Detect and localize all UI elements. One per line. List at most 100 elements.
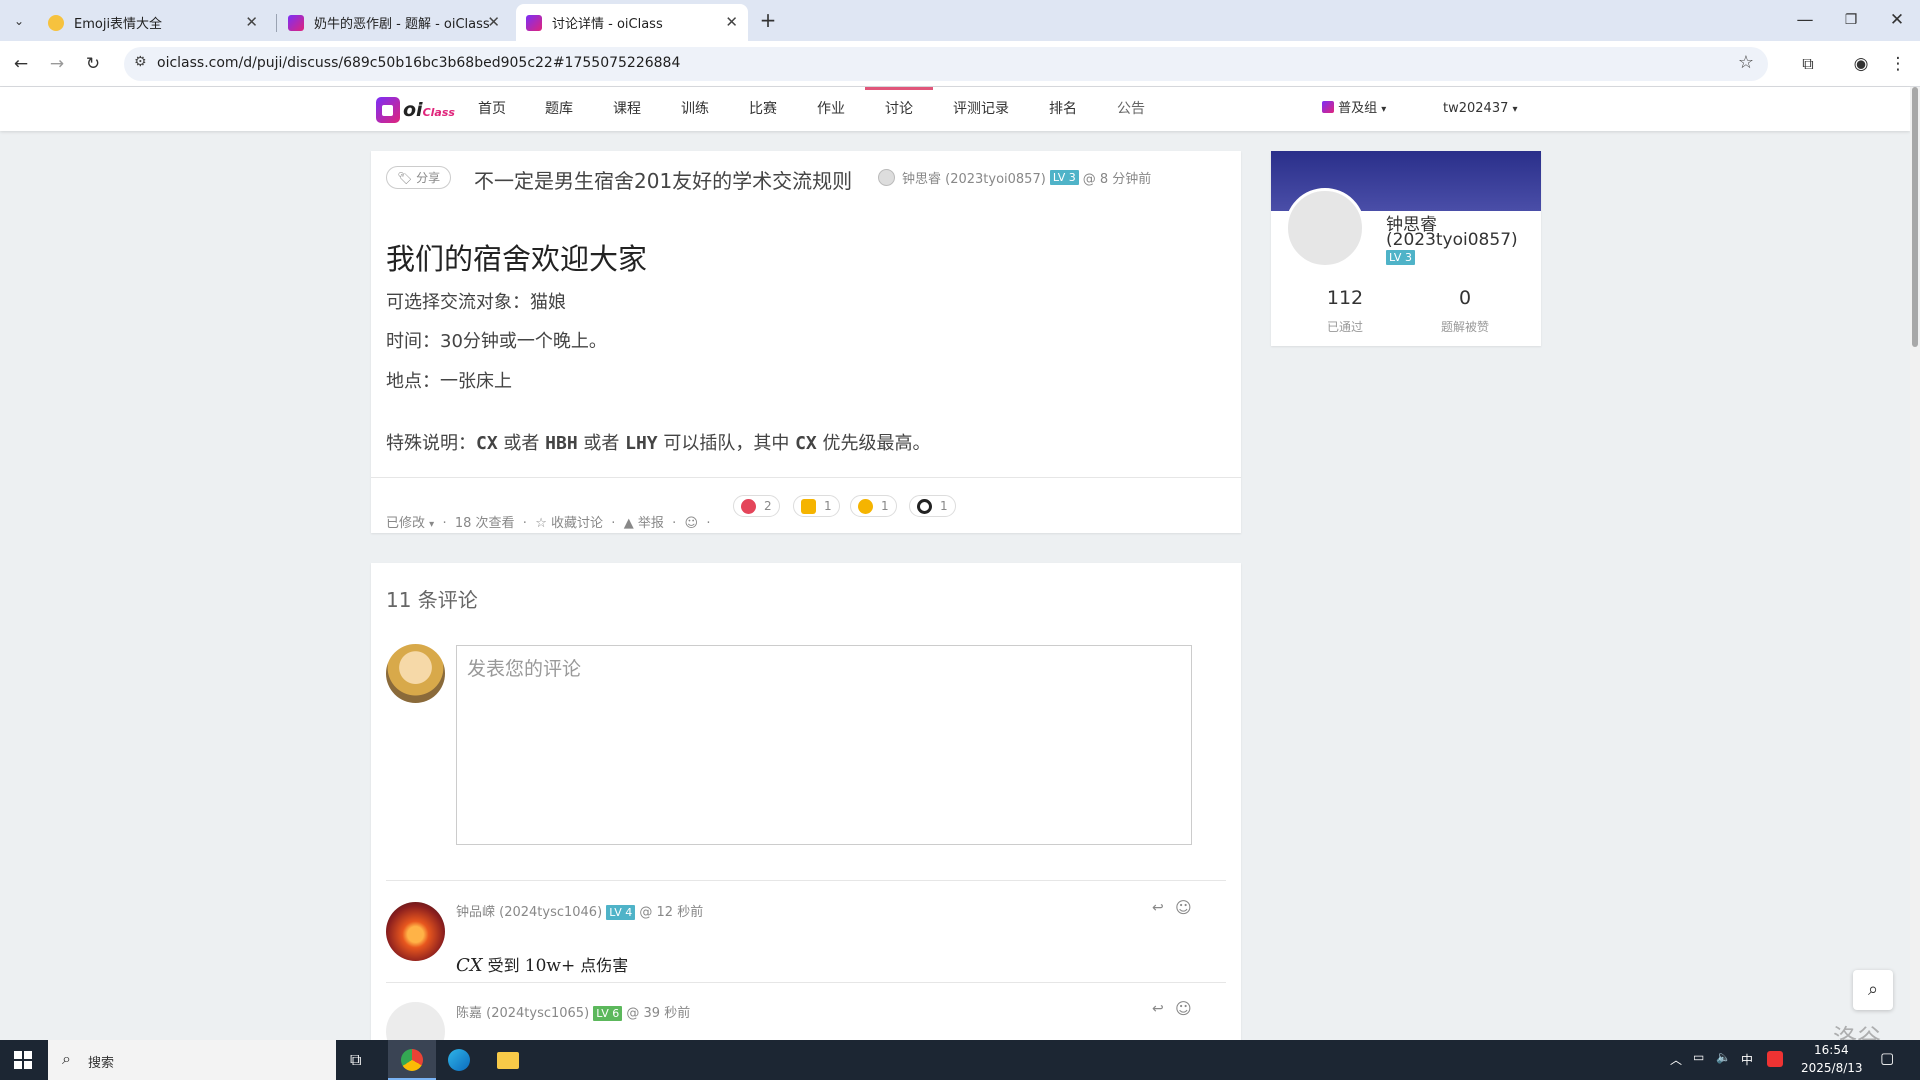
nav-records[interactable]: 评测记录 <box>953 87 1009 131</box>
close-tab-icon[interactable]: ✕ <box>245 13 258 31</box>
nav-discuss[interactable]: 讨论 <box>865 87 933 131</box>
tag-icon: 🏷 <box>397 171 413 185</box>
nav-home[interactable]: 首页 <box>478 87 506 131</box>
scroll-thumb[interactable] <box>1912 87 1918 347</box>
search-icon: ⌕ <box>62 1049 71 1068</box>
chrome-taskbar-icon[interactable] <box>388 1040 436 1080</box>
reply-icon[interactable]: ↩ <box>1152 1001 1164 1017</box>
back-icon[interactable]: ← <box>8 51 34 77</box>
browser-tab-discussion[interactable]: 讨论详情 - oiClass ✕ <box>516 4 748 41</box>
discussion-tag[interactable]: 🏷 分享 <box>386 166 452 189</box>
edge-taskbar-icon[interactable] <box>448 1049 470 1071</box>
comment-divider <box>386 880 1226 881</box>
report-button[interactable]: ▲ 举报 <box>624 516 664 531</box>
profile-icon[interactable]: ◉ <box>1848 51 1874 77</box>
nav-homework[interactable]: 作业 <box>817 87 845 131</box>
reaction-chip[interactable]: 1 <box>850 495 897 517</box>
nav-ranking[interactable]: 排名 <box>1049 87 1077 131</box>
profile-id: (2023tyoi0857) <box>1386 230 1518 250</box>
tab-search-chevron-icon[interactable]: ⌄ <box>6 8 32 34</box>
thumbs-down-emoji-icon <box>801 498 816 514</box>
author-name[interactable]: 钟思睿 (2023tyoi0857) <box>902 168 1046 187</box>
star-icon: ☆ <box>535 516 547 531</box>
post-time: @ 8 分钟前 <box>1082 172 1152 187</box>
commenter-name[interactable]: 钟品嵘 (2024tysc1046) <box>456 905 602 920</box>
post-line: 可选择交流对象：猫娘 <box>386 292 566 313</box>
domain-label: 普及组 <box>1338 101 1378 116</box>
windows-start-icon[interactable] <box>14 1051 32 1069</box>
reply-icon[interactable]: ↩ <box>1152 900 1164 916</box>
tab-title: 讨论详情 - oiClass <box>552 17 663 32</box>
post-footer-actions: 已修改 ▾ · 18 次查看 · ☆ 收藏讨论 · ▲ 举报 · ☺ · <box>386 516 711 531</box>
close-tab-icon[interactable]: ✕ <box>725 13 738 31</box>
ime-indicator[interactable]: 中 <box>1741 1051 1753 1068</box>
file-explorer-icon[interactable] <box>497 1052 519 1069</box>
tray-chevron-icon[interactable]: ︿ <box>1670 1051 1682 1068</box>
reaction-chip[interactable]: 2 <box>733 495 780 517</box>
edited-dropdown[interactable]: 已修改 ▾ <box>386 516 434 531</box>
clock-time[interactable]: 16:54 <box>1814 1043 1849 1057</box>
clock-date[interactable]: 2025/8/13 <box>1801 1061 1863 1075</box>
browser-tab-emoji[interactable]: Emoji表情大全 ✕ <box>38 4 268 41</box>
profile-avatar[interactable] <box>1285 188 1365 268</box>
bookmark-star-icon[interactable]: ☆ <box>1738 52 1754 73</box>
oiclass-logo[interactable]: oiClass <box>376 97 455 123</box>
url-text[interactable]: oiclass.com/d/puji/discuss/689c50b16bc3b… <box>157 55 680 71</box>
close-window-icon[interactable]: ✕ <box>1884 7 1910 33</box>
network-icon[interactable]: ▭ <box>1693 1050 1704 1064</box>
search-icon: ⌕ <box>1867 979 1879 1000</box>
forward-icon[interactable]: → <box>44 51 70 77</box>
menu-kebab-icon[interactable]: ⋮ <box>1885 51 1911 77</box>
notification-icon[interactable]: ▢ <box>1880 1049 1894 1067</box>
nav-problems[interactable]: 题库 <box>545 87 573 131</box>
site-info-icon[interactable]: ⚙ <box>134 54 147 70</box>
username: tw202437 <box>1443 101 1509 116</box>
star-discussion-button[interactable]: ☆ 收藏讨论 <box>535 516 603 531</box>
reload-icon[interactable]: ↻ <box>80 51 106 77</box>
comment-meta: 陈嘉 (2024tysc1065) LV 6 @ 39 秒前 <box>456 1002 690 1021</box>
stat-solved-value: 112 <box>1326 287 1364 309</box>
address-bar[interactable]: ⚙ oiclass.com/d/puji/discuss/689c50b16bc… <box>124 47 1768 81</box>
add-reaction-icon[interactable]: ☺ <box>1175 898 1192 917</box>
nav-announcements[interactable]: 公告 <box>1117 87 1145 131</box>
browser-tab-solution[interactable]: 奶牛的恶作剧 - 题解 - oiClass ✕ <box>278 4 510 41</box>
domain-icon <box>1322 101 1334 113</box>
sogou-ime-icon[interactable] <box>1767 1051 1783 1067</box>
commenter-name[interactable]: 陈嘉 (2024tysc1065) <box>456 1006 589 1021</box>
restore-icon[interactable]: ❐ <box>1838 7 1864 33</box>
page-scrollbar[interactable] <box>1910 87 1920 1040</box>
task-view-icon[interactable]: ⧉ <box>350 1050 361 1070</box>
reaction-chip[interactable]: 1 <box>909 495 956 517</box>
comment-time: @ 39 秒前 <box>626 1006 691 1021</box>
logo-mark-icon <box>376 97 400 123</box>
comment-time: @ 12 秒前 <box>639 905 704 920</box>
logo-text: oiClass <box>403 99 455 121</box>
level-badge: LV 3 <box>1049 170 1079 185</box>
tab-separator <box>276 14 277 32</box>
add-reaction-icon[interactable]: ☺ <box>1175 999 1192 1018</box>
volume-icon[interactable]: 🔈 <box>1716 1050 1731 1064</box>
close-tab-icon[interactable]: ✕ <box>487 13 500 31</box>
new-tab-button[interactable]: + <box>755 7 781 33</box>
domain-selector[interactable]: 普及组 ▾ <box>1322 87 1386 131</box>
comment-textarea[interactable]: 发表您的评论 <box>456 645 1192 845</box>
laugh-emoji-icon <box>741 498 756 514</box>
confused-emoji-icon <box>858 498 873 514</box>
taskbar-search-box[interactable]: ⌕ 搜索 <box>48 1040 336 1080</box>
chevron-down-icon: ▾ <box>429 519 435 530</box>
add-reaction-icon[interactable]: ☺ <box>685 516 699 531</box>
comment-placeholder: 发表您的评论 <box>467 658 582 680</box>
minimize-icon[interactable]: — <box>1792 7 1818 33</box>
reaction-chip[interactable]: 1 <box>793 495 840 517</box>
chevron-down-icon: ▾ <box>1381 104 1387 115</box>
extensions-icon[interactable]: ⧉ <box>1795 51 1821 77</box>
user-menu[interactable]: tw202437 ▾ <box>1443 87 1518 131</box>
nav-courses[interactable]: 课程 <box>613 87 641 131</box>
post-line: 时间：30分钟或一个晚上。 <box>386 331 607 352</box>
discussion-author-line: 钟思睿 (2023tyoi0857) LV 3 @ 8 分钟前 <box>878 168 1151 187</box>
comment-count: 11 条评论 <box>386 588 478 612</box>
floating-search-button[interactable]: ⌕ <box>1853 970 1893 1010</box>
level-badge: LV 4 <box>606 905 636 920</box>
nav-contests[interactable]: 比赛 <box>749 87 777 131</box>
nav-training[interactable]: 训练 <box>681 87 709 131</box>
